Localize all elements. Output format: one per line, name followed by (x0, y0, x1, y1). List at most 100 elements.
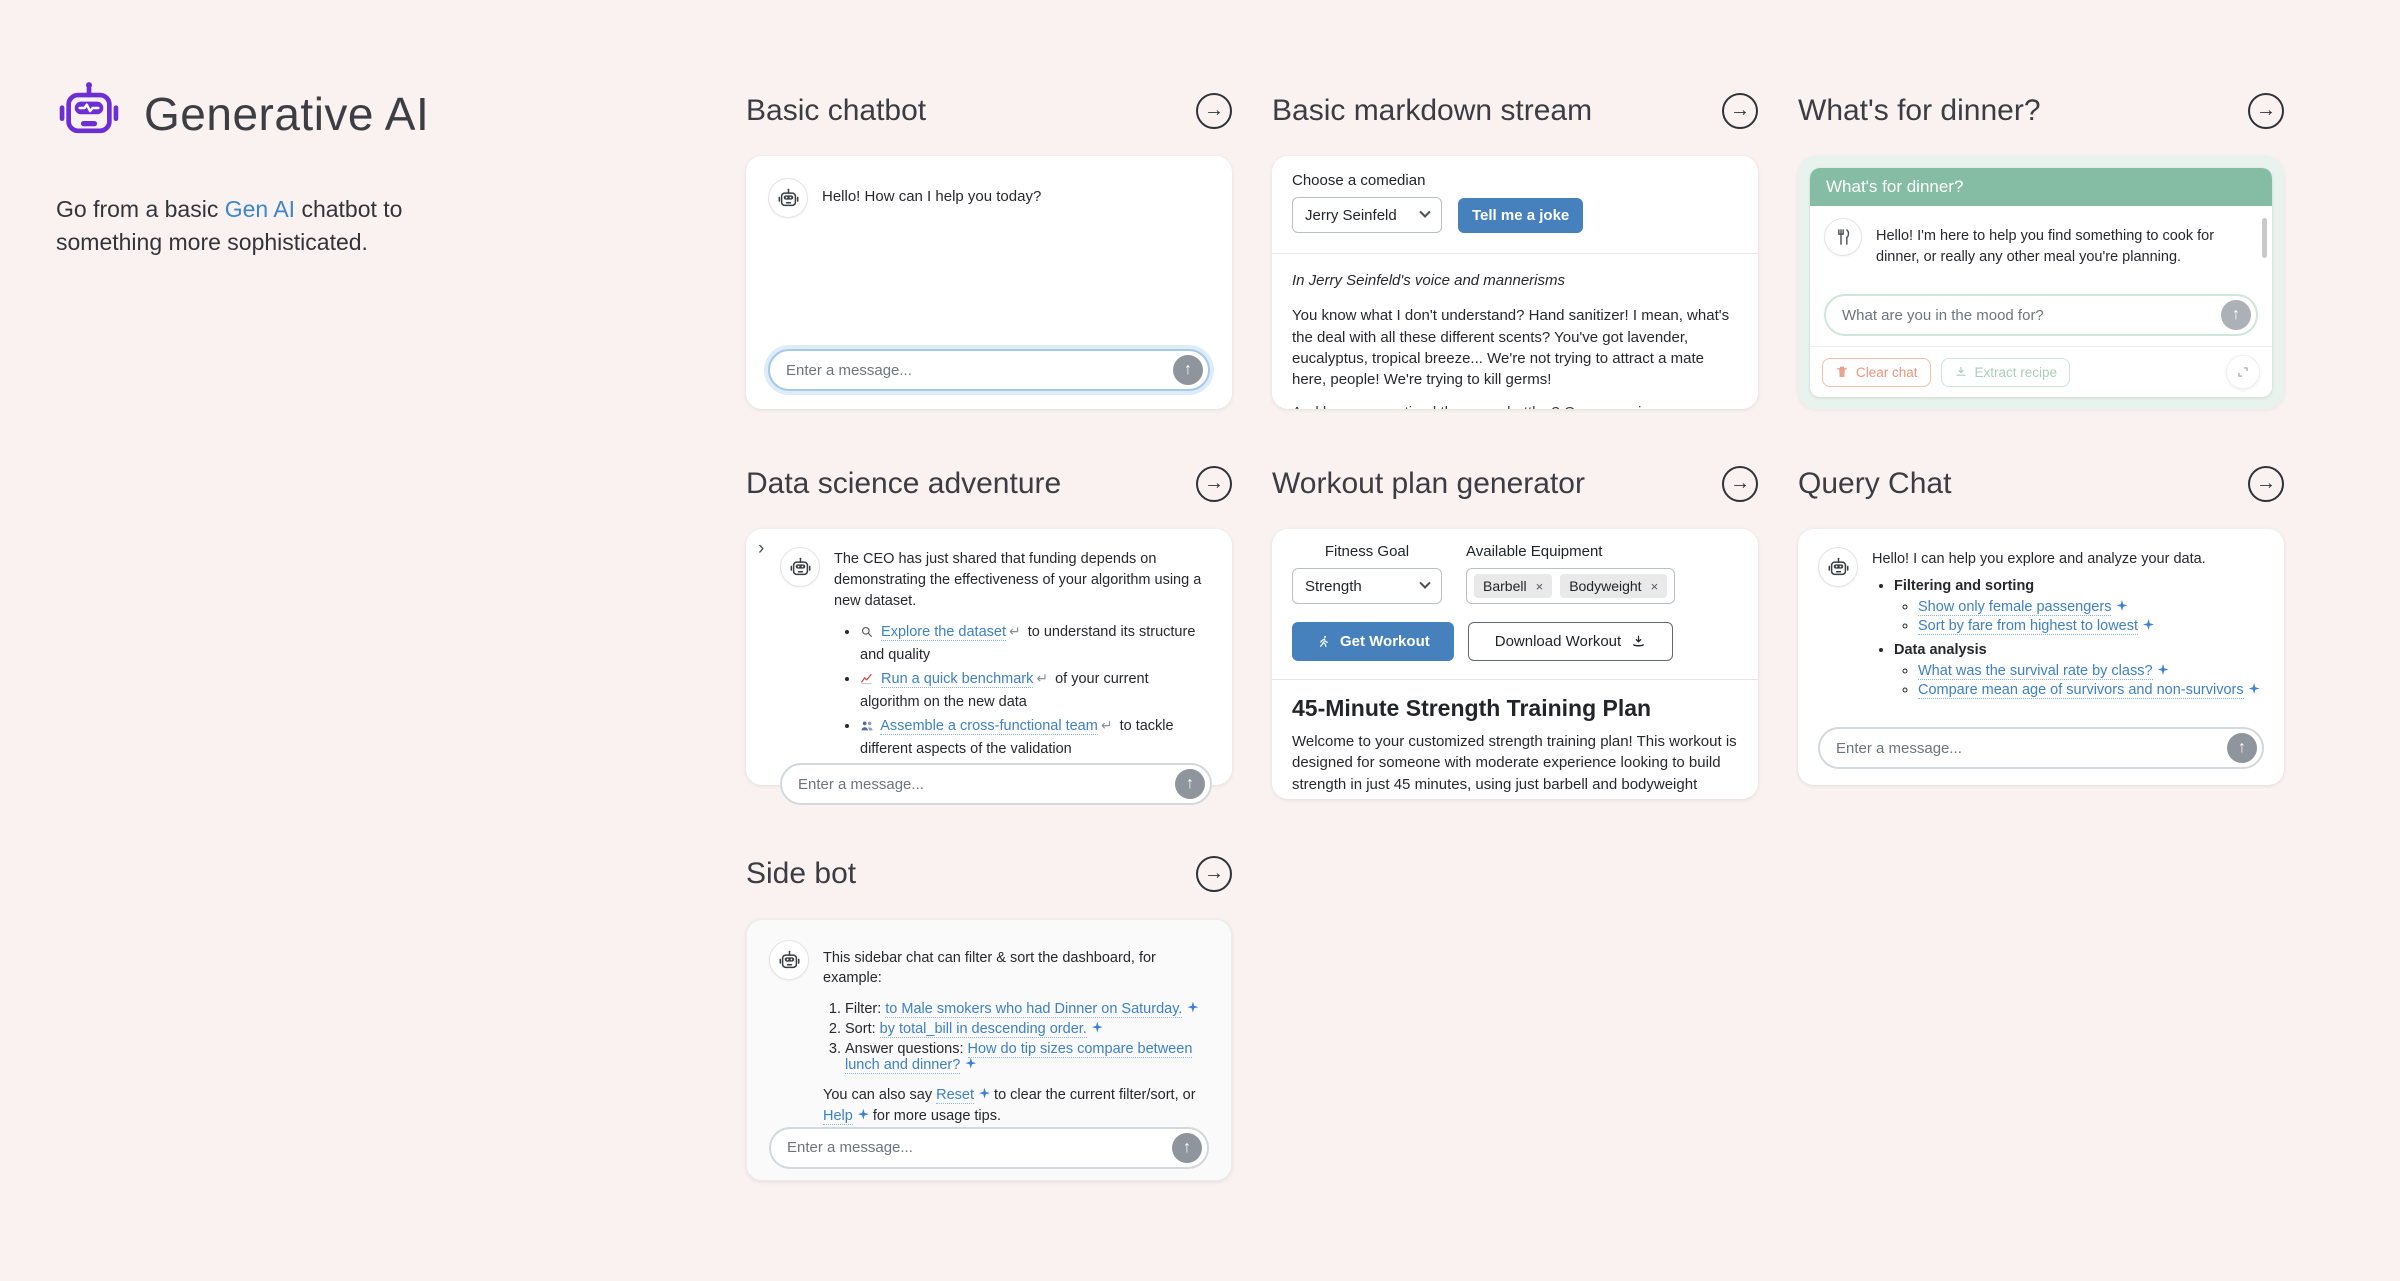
comedian-select-label: Choose a comedian (1292, 172, 1738, 189)
sparkle-icon (858, 1109, 869, 1120)
section-workout: Workout plan generator → Fitness Goal St… (1272, 463, 1758, 799)
arrow-up-icon: ↑ (1183, 1140, 1191, 1156)
run-benchmark-link[interactable]: Run a quick benchmark (881, 671, 1033, 688)
runner-icon (1316, 634, 1331, 649)
list-item: What was the survival rate by class? (1918, 663, 2260, 679)
equipment-multiselect[interactable]: Barbell× Bodyweight× (1466, 568, 1675, 604)
suggestion-link[interactable]: What was the survival rate by class? (1918, 663, 2153, 680)
fitness-goal-value: Strength (1305, 578, 1362, 595)
arrow-right-circle-icon: → (2256, 100, 2276, 120)
joke-style-line: In Jerry Seinfeld's voice and mannerisms (1292, 270, 1738, 291)
bot-message: Hello! I'm here to help you find somethi… (1876, 218, 2258, 268)
tell-joke-button[interactable]: Tell me a joke (1458, 198, 1583, 233)
sort-suggestion-link[interactable]: by total_bill in descending order. (880, 1021, 1087, 1038)
expand-button[interactable] (2226, 355, 2260, 389)
section-title: Basic markdown stream (1272, 94, 1592, 128)
plan-text: Welcome to your customized strength trai… (1292, 731, 1738, 799)
send-button[interactable]: ↑ (1172, 1133, 1202, 1163)
side-bot-card: This sidebar chat can filter & sort the … (746, 919, 1232, 1181)
message-input[interactable] (786, 362, 1173, 379)
remove-token-icon[interactable]: × (1536, 579, 1544, 594)
chat-input: ↑ (780, 763, 1212, 805)
open-markdown-stream-button[interactable]: → (1722, 93, 1758, 129)
reset-link[interactable]: Reset (936, 1087, 974, 1104)
extract-recipe-label: Extract recipe (1975, 365, 2058, 380)
tagline-prefix: Go from a basic (56, 196, 225, 222)
bot-message: Hello! How can I help you today? (822, 178, 1041, 208)
extract-recipe-button[interactable]: Extract recipe (1941, 358, 2071, 387)
get-workout-button[interactable]: Get Workout (1292, 622, 1454, 661)
fitness-goal-label: Fitness Goal (1292, 543, 1442, 560)
robot-avatar-icon (769, 940, 809, 980)
section-side-bot: Side bot → This sidebar chat can filter … (746, 853, 1232, 1181)
sparkle-icon (2143, 619, 2154, 630)
send-button[interactable]: ↑ (2227, 733, 2257, 763)
chat-input: ↑ (769, 1127, 1209, 1169)
assemble-team-link[interactable]: Assemble a cross-functional team (880, 718, 1098, 735)
send-button[interactable]: ↑ (2221, 300, 2251, 330)
list-item: Sort: by total_bill in descending order. (845, 1021, 1209, 1037)
section-title: Data science adventure (746, 467, 1061, 501)
help-link[interactable]: Help (823, 1108, 853, 1125)
bot-message: Hello! I can help you explore and analyz… (1872, 547, 2260, 570)
robot-avatar-icon (768, 178, 808, 218)
download-workout-button[interactable]: Download Workout (1468, 622, 1673, 661)
open-data-science-button[interactable]: → (1196, 466, 1232, 502)
comedian-select[interactable]: Jerry Seinfeld (1292, 197, 1442, 233)
basic-chatbot-card: Hello! How can I help you today? ↑ (746, 156, 1232, 409)
explore-dataset-link[interactable]: Explore the dataset (881, 624, 1006, 641)
list-item: Show only female passengers (1918, 599, 2260, 615)
step-prefix: Sort: (845, 1021, 880, 1037)
arrow-right-circle-icon: → (1730, 473, 1750, 493)
get-workout-label: Get Workout (1340, 633, 1430, 650)
open-workout-button[interactable]: → (1722, 466, 1758, 502)
page-title: Generative AI (144, 87, 429, 141)
section-title: Workout plan generator (1272, 467, 1585, 501)
remove-token-icon[interactable]: × (1651, 579, 1659, 594)
download-workout-label: Download Workout (1495, 633, 1621, 650)
section-basic-chatbot: Basic chatbot → Hello! How can I help yo… (746, 90, 1232, 409)
arrow-up-icon: ↑ (1184, 362, 1192, 378)
send-button[interactable]: ↑ (1173, 355, 1203, 385)
suggestion-link[interactable]: Sort by fare from highest to lowest (1918, 618, 2138, 635)
return-key-icon: ↵ (1036, 670, 1048, 686)
list-item: Filter: to Male smokers who had Dinner o… (845, 1001, 1209, 1017)
open-dinner-button[interactable]: → (2248, 93, 2284, 129)
chevron-down-icon (1419, 207, 1430, 218)
gen-ai-link[interactable]: Gen AI (225, 196, 295, 222)
group-label: Filtering and sorting (1894, 578, 2034, 594)
filter-suggestion-link[interactable]: to Male smokers who had Dinner on Saturd… (885, 1001, 1182, 1018)
bot-message: This sidebar chat can filter & sort the … (823, 940, 1209, 989)
fitness-goal-select[interactable]: Strength (1292, 568, 1442, 604)
sparkle-icon (979, 1088, 990, 1099)
list-item: Sort by fare from highest to lowest (1918, 618, 2260, 634)
sparkle-icon (2249, 683, 2260, 694)
sparkle-icon (2158, 664, 2169, 675)
open-query-chat-button[interactable]: → (2248, 466, 2284, 502)
section-markdown-stream: Basic markdown stream → Choose a comedia… (1272, 90, 1758, 409)
equipment-token: Bodyweight× (1560, 574, 1667, 598)
section-title: Query Chat (1798, 467, 1951, 501)
mood-input[interactable] (1842, 307, 2221, 324)
footer-text: to clear the current filter/sort, or (990, 1087, 1196, 1103)
clear-chat-button[interactable]: Clear chat (1822, 358, 1931, 387)
scrollbar-thumb[interactable] (2262, 218, 2267, 258)
open-basic-chatbot-button[interactable]: → (1196, 93, 1232, 129)
page: Generative AI Go from a basic Gen AI cha… (0, 0, 2400, 1181)
section-query-chat: Query Chat → Hello! I can help you explo… (1798, 463, 2284, 799)
message-input[interactable] (798, 776, 1175, 793)
message-input[interactable] (787, 1139, 1172, 1156)
fork-knife-icon (1824, 218, 1862, 256)
arrow-right-circle-icon: → (1204, 863, 1224, 883)
open-side-bot-button[interactable]: → (1196, 856, 1232, 892)
message-input[interactable] (1836, 740, 2227, 757)
sparkle-icon (1187, 1002, 1198, 1013)
return-key-icon: ↵ (1101, 717, 1113, 733)
dinner-card: What's for dinner? Hello! I'm here to he… (1810, 168, 2272, 397)
suggestion-link[interactable]: Compare mean age of survivors and non-su… (1918, 682, 2244, 699)
sidebar-toggle-icon[interactable]: › (758, 539, 764, 558)
send-button[interactable]: ↑ (1175, 769, 1205, 799)
equipment-token: Barbell× (1474, 574, 1552, 598)
arrow-right-circle-icon: → (1730, 100, 1750, 120)
suggestion-link[interactable]: Show only female passengers (1918, 599, 2111, 616)
